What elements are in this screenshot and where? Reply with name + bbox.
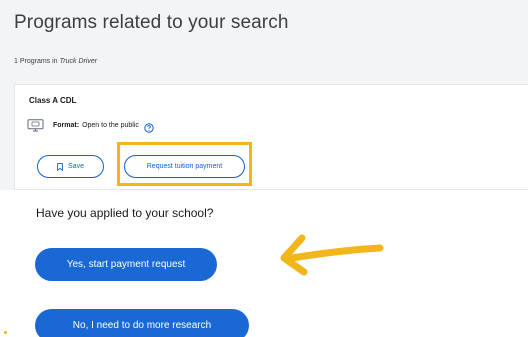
arrow-annotation [280, 234, 384, 276]
yes-start-request-button[interactable]: Yes, start payment request [35, 248, 217, 281]
format-row: Format: Open to the public [27, 117, 154, 133]
results-section: Programs related to your search 1 Progra… [0, 0, 528, 190]
monitor-icon [27, 118, 44, 132]
applied-question: Have you applied to your school? [36, 206, 214, 220]
result-count: 1 Programs in Truck Driver [14, 58, 97, 65]
save-button[interactable]: Save [37, 155, 104, 178]
format-label: Format: [53, 121, 80, 129]
program-card: Class A CDL Format: Open to the public S… [14, 84, 528, 190]
save-label: Save [68, 163, 84, 170]
format-value: Open to the public [82, 121, 139, 129]
help-icon[interactable] [144, 120, 154, 133]
request-tuition-button[interactable]: Request tuition payment [124, 155, 245, 178]
program-title: Class A CDL [29, 96, 77, 105]
page-title: Programs related to your search [14, 12, 289, 33]
result-count-prefix: 1 Programs in [14, 58, 58, 65]
no-more-research-button[interactable]: No, I need to do more research [35, 309, 249, 337]
search-term: Truck Driver [59, 58, 98, 65]
corner-mark [4, 331, 7, 334]
bookmark-icon [57, 162, 63, 171]
